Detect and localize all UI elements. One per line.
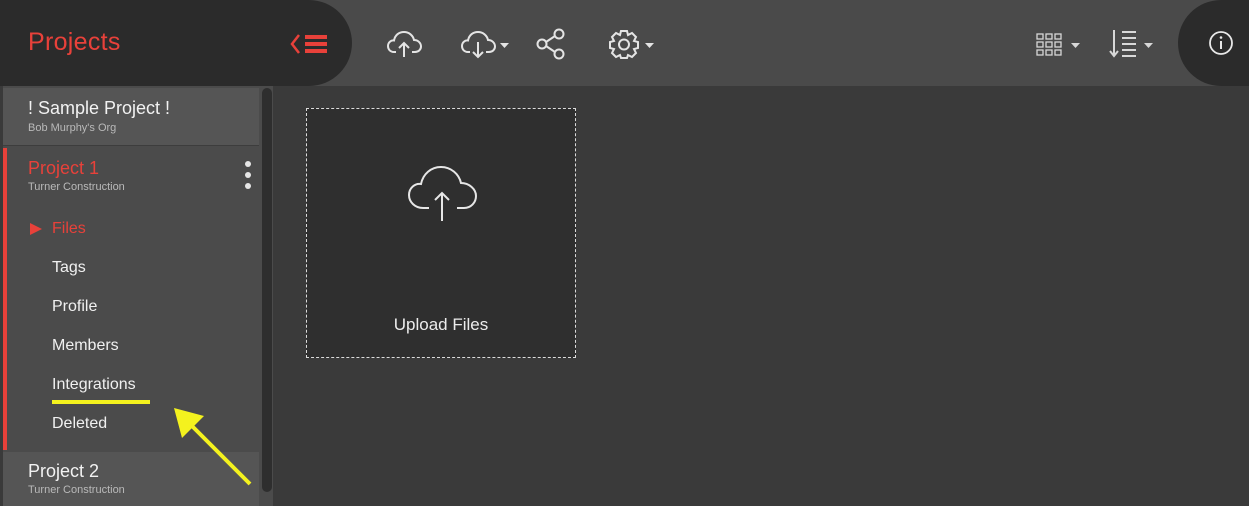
submenu-files[interactable]: Files [52,220,86,238]
submenu-integrations[interactable]: Integrations [52,376,136,394]
annotation-arrow-icon [174,408,252,486]
cloud-upload-icon [386,30,423,57]
submenu-members[interactable]: Members [52,337,119,355]
view-mode-button[interactable] [1034,26,1084,62]
highlight-underline [52,400,150,404]
info-button[interactable] [1208,30,1234,56]
project-name: ! Sample Project ! [28,98,171,118]
collapse-menu-icon [290,34,327,54]
info-area [1178,0,1249,86]
gear-icon [609,30,654,59]
cloud-upload-icon [407,165,478,221]
upload-files-tile[interactable]: Upload Files [306,108,576,358]
grid-view-icon [1036,33,1080,56]
settings-button[interactable] [608,26,658,62]
share-icon [536,28,565,60]
brand-area: Projects [0,0,352,86]
page-title: Projects [28,28,121,56]
active-indicator-icon [30,223,42,235]
top-bar: Projects [0,0,1249,86]
project-name: Project 2 [28,461,100,481]
project-org: Bob Murphy's Org [28,122,117,134]
download-button[interactable] [460,26,512,62]
project-name: Project 1 [28,158,100,178]
project-item-sample[interactable]: ! Sample Project ! Bob Murphy's Org [3,88,259,146]
kebab-dot-icon [245,161,251,167]
project-org: Turner Construction [28,181,125,193]
project-org: Turner Construction [28,484,125,496]
project-options-button[interactable] [241,160,255,196]
collapse-sidebar-button[interactable] [288,27,332,61]
upload-button[interactable] [386,26,424,62]
submenu-profile[interactable]: Profile [52,298,97,316]
kebab-dot-icon [245,183,251,189]
sort-button[interactable] [1108,26,1158,62]
submenu-deleted[interactable]: Deleted [52,415,107,433]
sidebar-scrollbar[interactable] [262,88,272,492]
kebab-dot-icon [245,172,251,178]
cloud-download-icon [460,30,509,59]
submenu-tags[interactable]: Tags [52,259,86,277]
share-button[interactable] [535,26,567,62]
info-icon [1209,31,1233,55]
sort-icon [1109,30,1153,58]
upload-files-label: Upload Files [393,315,489,334]
